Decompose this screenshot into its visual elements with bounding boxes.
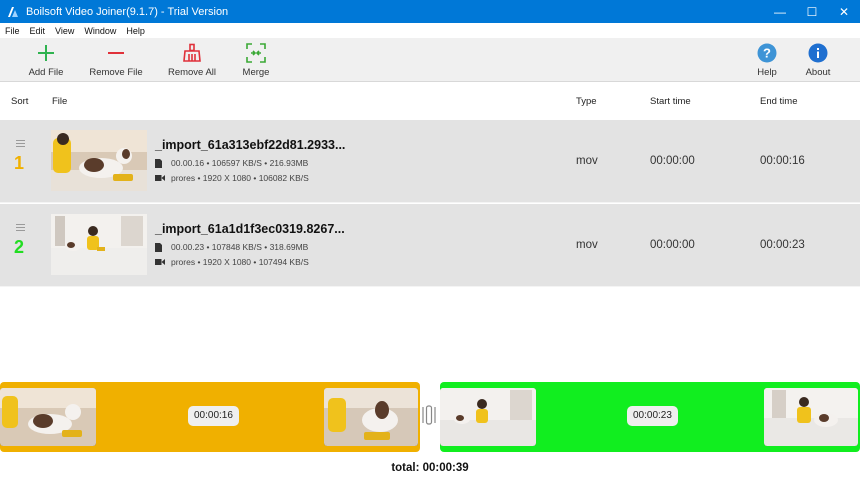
file-name: _import_61a313ebf22d81.2933...	[155, 138, 346, 152]
clip-end-thumbnail	[764, 388, 858, 446]
clip-duration-label: 00:00:16	[188, 406, 239, 426]
menu-window[interactable]: Window	[79, 26, 121, 36]
remove-file-button[interactable]: Remove File	[88, 38, 144, 82]
video-info: prores • 1920 X 1080 • 107494 KB/S	[155, 257, 309, 267]
drag-handle-icon[interactable]	[16, 224, 25, 233]
timeline-clip-2[interactable]: 00:00:23	[440, 382, 860, 452]
about-label: About	[805, 67, 831, 78]
video-info-text: prores • 1920 X 1080 • 107494 KB/S	[171, 257, 309, 267]
plus-icon	[37, 41, 55, 65]
file-type: mov	[576, 155, 598, 167]
clip-duration-label: 00:00:23	[627, 406, 678, 426]
merge-label: Merge	[242, 67, 270, 78]
about-button[interactable]: About	[802, 38, 834, 82]
column-sort[interactable]: Sort	[11, 96, 28, 107]
sort-number: 2	[14, 237, 25, 257]
clip-end-thumbnail	[324, 388, 418, 446]
merge-button[interactable]: Merge	[238, 38, 274, 82]
menu-view[interactable]: View	[50, 26, 79, 36]
help-button[interactable]: ? Help	[752, 38, 782, 82]
video-thumbnail	[51, 130, 147, 191]
column-file[interactable]: File	[52, 96, 67, 107]
file-type: mov	[576, 239, 598, 251]
toolbar: Add File Remove File Remove All Merge ?	[0, 38, 860, 82]
total-duration: total: 00:00:39	[0, 452, 860, 485]
info-icon	[808, 41, 828, 65]
file-row[interactable]: 1 _import_61a313ebf22d81.2933... 00.00.1…	[0, 120, 860, 203]
sort-number: 1	[14, 153, 25, 173]
question-icon: ?	[757, 41, 777, 65]
end-time: 00:00:16	[760, 155, 805, 167]
menu-help[interactable]: Help	[121, 26, 150, 36]
video-info-text: prores • 1920 X 1080 • 106082 KB/S	[171, 173, 309, 183]
close-button[interactable]: ✕	[828, 0, 860, 23]
app-logo-icon	[6, 5, 20, 19]
minus-icon	[107, 41, 125, 65]
file-info: 00.00.23 • 107848 KB/S • 318.69MB	[155, 242, 308, 252]
menu-file[interactable]: File	[0, 26, 25, 36]
column-end-time[interactable]: End time	[760, 96, 798, 107]
column-start-time[interactable]: Start time	[650, 96, 691, 107]
clip-splitter-icon[interactable]	[421, 400, 437, 430]
clip-start-thumbnail	[440, 388, 536, 446]
remove-file-label: Remove File	[89, 67, 143, 78]
file-name: _import_61a1d1f3ec0319.8267...	[155, 222, 345, 236]
remove-all-label: Remove All	[167, 67, 217, 78]
video-info: prores • 1920 X 1080 • 106082 KB/S	[155, 173, 309, 183]
file-info: 00.00.16 • 106597 KB/S • 216.93MB	[155, 158, 308, 168]
add-file-button[interactable]: Add File	[26, 38, 66, 82]
merge-icon	[246, 41, 266, 65]
help-label: Help	[757, 67, 777, 78]
add-file-label: Add File	[28, 67, 64, 78]
drag-handle-icon[interactable]	[16, 140, 25, 149]
remove-all-button[interactable]: Remove All	[166, 38, 218, 82]
file-info-text: 00.00.23 • 107848 KB/S • 318.69MB	[171, 242, 309, 252]
video-thumbnail	[51, 214, 147, 275]
clip-start-thumbnail	[0, 388, 96, 446]
video-camera-icon	[155, 258, 167, 266]
maximize-button[interactable]: ☐	[796, 0, 828, 23]
document-icon	[155, 242, 167, 252]
file-list-header: Sort File Type Start time End time	[0, 82, 860, 120]
end-time: 00:00:23	[760, 239, 805, 251]
menu-edit[interactable]: Edit	[25, 26, 51, 36]
file-row[interactable]: 2 _import_61a1d1f3ec0319.8267... 00.00.2…	[0, 204, 860, 287]
broom-icon	[182, 41, 202, 65]
svg-text:?: ?	[763, 46, 771, 61]
column-type[interactable]: Type	[576, 96, 597, 107]
title-bar: Boilsoft Video Joiner(9.1.7) - Trial Ver…	[0, 0, 860, 23]
start-time: 00:00:00	[650, 155, 695, 167]
timeline: 00:00:16 00:00:23	[0, 382, 860, 452]
document-icon	[155, 158, 167, 168]
timeline-clip-1[interactable]: 00:00:16	[0, 382, 420, 452]
window-title: Boilsoft Video Joiner(9.1.7) - Trial Ver…	[26, 5, 229, 18]
menu-bar: File Edit View Window Help	[0, 23, 860, 38]
start-time: 00:00:00	[650, 239, 695, 251]
minimize-button[interactable]: —	[764, 0, 796, 23]
file-info-text: 00.00.16 • 106597 KB/S • 216.93MB	[171, 158, 309, 168]
video-camera-icon	[155, 174, 167, 182]
